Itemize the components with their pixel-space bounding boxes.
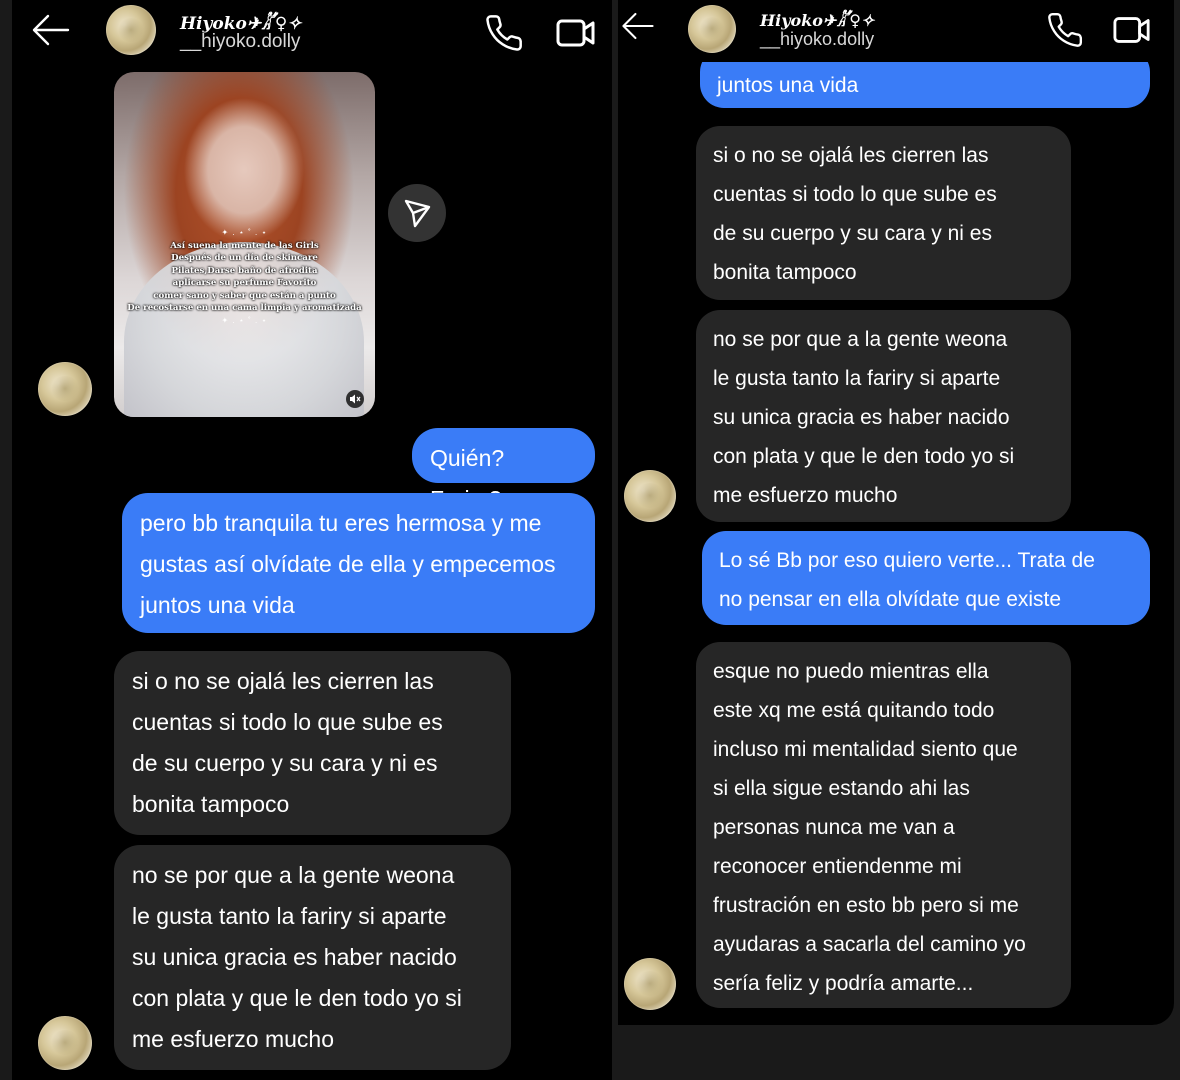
chat-panel-right: juntos una vida Hiyoko✈𓀣♀︎✧ __hiyoko.dol… (618, 0, 1174, 1025)
caption-stars-top: ✦ . ⋆ ˚ . ⋆ (221, 228, 268, 237)
contact-avatar[interactable] (688, 5, 736, 53)
message-bubble-sent[interactable]: Quién? Fariry? (412, 428, 595, 512)
phone-icon[interactable] (1046, 11, 1084, 49)
chat-header: Hiyoko✈𓀣♀︎✧ __hiyoko.dolly (618, 0, 1174, 62)
message-bubble-sent[interactable]: pero bb tranquila tu eres hermosa y me g… (122, 493, 595, 633)
phone-icon[interactable] (484, 13, 524, 53)
message-bubble-received[interactable]: no se por que a la gente weona le gusta … (696, 310, 1071, 522)
reel-caption: Así suena la mente de las Girls Después … (127, 241, 362, 314)
contact-username[interactable]: __hiyoko.dolly (180, 31, 300, 53)
message-bubble-received[interactable]: esque no puedo mientras ella este xq me … (696, 642, 1071, 1008)
speaker-muted-icon[interactable] (346, 390, 364, 408)
contact-avatar[interactable] (106, 5, 156, 55)
chat-header: Hiyoko✈𓀣♀︎✧ __hiyoko.dolly (12, 0, 612, 64)
sender-avatar[interactable] (624, 470, 676, 522)
arrow-left-icon[interactable] (620, 8, 656, 44)
sender-avatar[interactable] (38, 1016, 92, 1070)
video-camera-icon[interactable] (1112, 11, 1152, 49)
sender-avatar[interactable] (38, 362, 92, 416)
message-bubble-sent[interactable]: Lo sé Bb por eso quiero verte... Trata d… (702, 531, 1150, 625)
message-bubble-received[interactable]: si o no se ojalá les cierren las cuentas… (114, 651, 511, 835)
chat-panel-left: Hiyoko✈𓀣♀︎✧ __hiyoko.dolly ✦ . ⋆ ˚ . ⋆ A… (12, 0, 612, 1080)
sender-avatar[interactable] (624, 958, 676, 1010)
shared-reel-image[interactable]: ✦ . ⋆ ˚ . ⋆ Así suena la mente de las Gi… (114, 72, 375, 417)
message-bubble-received[interactable]: no se por que a la gente weona le gusta … (114, 845, 511, 1070)
contact-username[interactable]: __hiyoko.dolly (760, 29, 874, 50)
arrow-left-icon[interactable] (30, 10, 72, 50)
caption-stars-bottom: ✦ . ⋆ ˚ . ⋆ (221, 316, 268, 325)
send-icon[interactable] (388, 184, 446, 242)
message-bubble-received[interactable]: si o no se ojalá les cierren las cuentas… (696, 126, 1071, 300)
video-camera-icon[interactable] (555, 13, 597, 53)
